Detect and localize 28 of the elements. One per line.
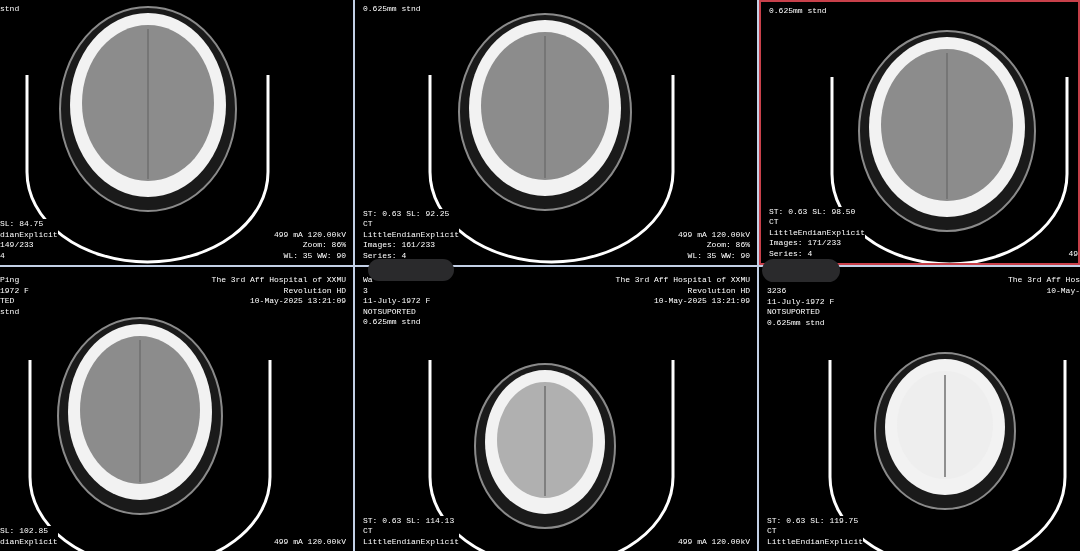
overlay-text: SL: 84.75 — [0, 219, 58, 230]
viewport-tile[interactable]: Wa 3 11-July-1972 F NOTSUPORTED 0.625mm stnd The 3rd Aff Hospital of XXMU Revolution HD 10-May-2025 13:21:09 ST: 0.63 SL: 114.13 CT LittleEndianExplicit 499 mA 120.00kV — [355, 267, 757, 551]
overlay-text: LittleEndianExplicit — [767, 536, 863, 547]
overlay-text: 11-July-1972 F — [363, 296, 431, 307]
overlay-text: 11-July-1972 F — [767, 296, 835, 307]
viewport-tile[interactable]: Ping 1972 F TED stnd The 3rd Aff Hospital of XXMU Revolution HD 10-May-2025 13:21:09 SL: 102.85 dianExplicit 499 mA 120.00kV — [0, 267, 353, 551]
overlay-text: LittleEndianExplicit — [769, 227, 865, 238]
overlay-text: SL: 102.85 — [0, 526, 58, 537]
overlay-text: 499 mA 120.00kV — [678, 229, 750, 240]
overlay-text: CT — [363, 526, 459, 537]
overlay-text: The 3rd Aff Hospital of XXMU — [615, 275, 750, 286]
overlay-text: Images: 171/233 — [769, 238, 865, 249]
overlay-text: LittleEndianExplicit — [363, 229, 459, 240]
overlay-text: dianExplicit — [0, 229, 58, 240]
overlay-text: 499 mA 120.00kV — [678, 536, 750, 547]
viewport-tile[interactable]: 3236 11-July-1972 F NOTSUPORTED 0.625mm stnd The 3rd Aff Hos 10-May- ST: 0.63 SL: 119.75 CT LittleEndianExplicit — [759, 267, 1080, 551]
overlay-text: 499 mA 120.00kV — [274, 229, 346, 240]
viewport-tile[interactable]: 0.625mm stnd ST: 0.63 SL: 98.50 CT LittleEndianExplicit Images: 171/233 Series: 4 49 — [759, 0, 1080, 265]
overlay-text: LittleEndianExplicit — [363, 536, 459, 547]
overlay-text: 499 mA 120.00kV — [274, 536, 346, 547]
overlay-text: 1972 F — [0, 285, 29, 296]
overlay-text: 49 — [1068, 248, 1078, 259]
viewport-tile[interactable]: stnd SL: 84.75 dianExplicit 149/233 4 499 mA 120.00kV Zoom: 86% WL: 35 WW: 90 — [0, 0, 353, 265]
overlay-text: The 3rd Aff Hospital of XXMU — [211, 275, 346, 286]
overlay-text: CT — [767, 526, 863, 537]
overlay-text: CT — [363, 219, 459, 230]
viewport-tile[interactable]: 0.625mm stnd ST: 0.63 SL: 92.25 CT LittleEndianExplicit Images: 161/233 Series: 4 499 mA 120.00kV Zoom: 86% WL: 35 WW: 90 — [355, 0, 757, 265]
overlay-text: dianExplicit — [0, 536, 58, 547]
